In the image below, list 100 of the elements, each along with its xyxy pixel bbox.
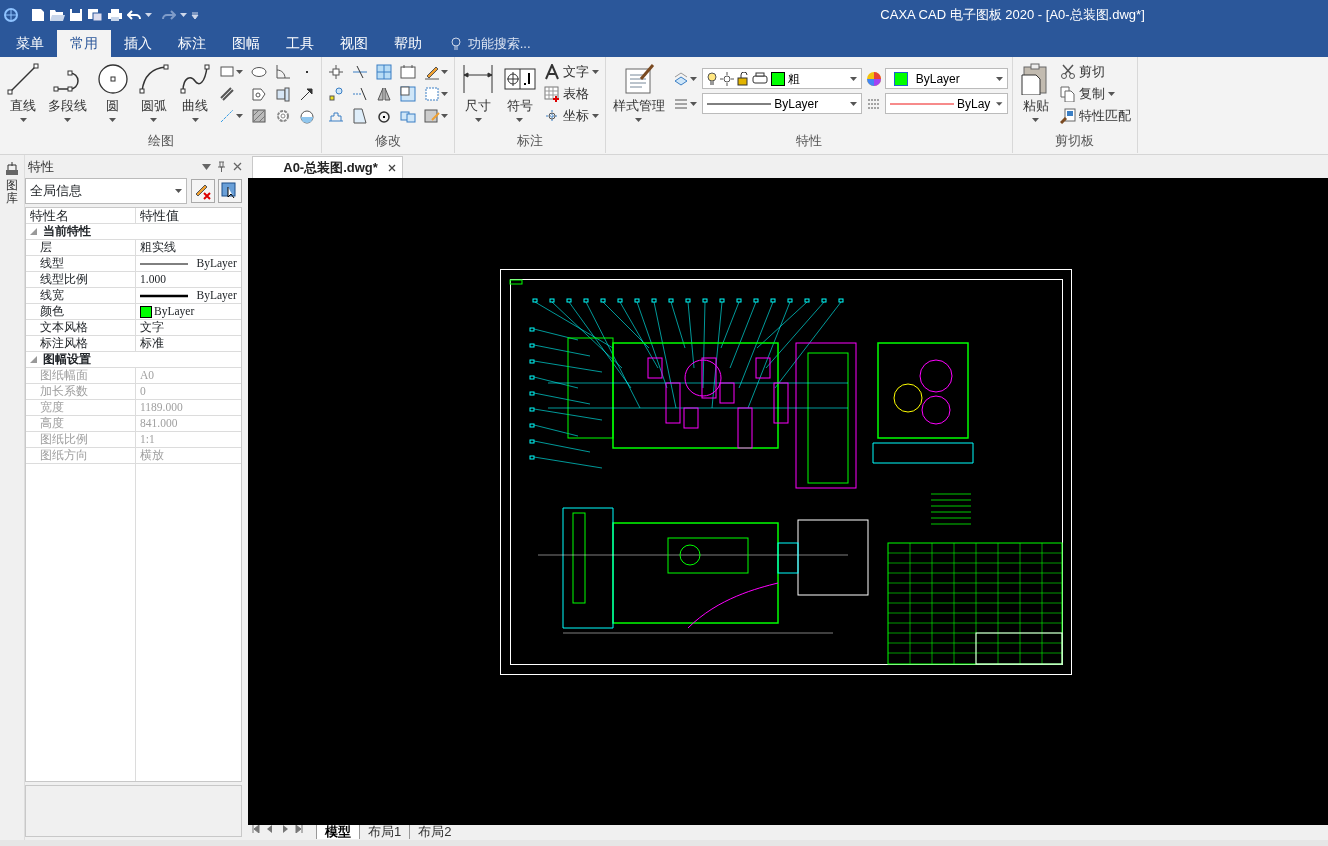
line-type-combo[interactable]: ByLayer	[702, 93, 863, 115]
property-name: 图纸幅面	[26, 368, 136, 384]
object-selector[interactable]: 全局信息	[25, 178, 188, 204]
collapse-icon[interactable]	[30, 356, 37, 364]
scale-icon	[400, 86, 417, 102]
open-folder-icon[interactable]	[49, 8, 66, 22]
ribbon-tab[interactable]: 插入	[111, 30, 166, 57]
layout-tab[interactable]: 模型	[316, 825, 359, 839]
caret-icon	[236, 114, 244, 118]
tool-button[interactable]: 圆	[93, 61, 132, 124]
caret-icon	[109, 118, 116, 122]
frame-icon	[400, 64, 417, 80]
tool-button[interactable]: 圆弧	[134, 61, 173, 124]
color-wheel-icon	[865, 70, 882, 87]
caret-icon	[145, 13, 153, 17]
tool-button[interactable]: 剪切	[1058, 61, 1133, 83]
array-icon	[400, 108, 417, 124]
customize-icon[interactable]	[191, 11, 200, 19]
unlock-icon	[737, 71, 750, 86]
mirror-icon	[376, 86, 393, 102]
property-value: 标准	[140, 336, 164, 352]
caret-icon	[1032, 118, 1040, 122]
select-objects-button[interactable]	[217, 179, 242, 203]
clear-selection-button[interactable]	[190, 179, 215, 203]
document-tab[interactable]: A0-总装图.dwg*	[252, 156, 403, 178]
property-name: 线型	[26, 256, 136, 272]
property-value: 粗实线	[140, 240, 176, 256]
tool-button[interactable]: 坐标	[541, 105, 601, 127]
group-label: 剪切板	[1054, 133, 1096, 150]
tool-button[interactable]: 粘贴	[1016, 61, 1055, 124]
property-value: 1.000	[140, 272, 166, 288]
first-page-icon[interactable]	[251, 825, 260, 833]
tool-button[interactable]: 尺寸	[459, 61, 498, 124]
tool-button[interactable]: 复制	[1058, 83, 1133, 105]
group-label: 修改	[374, 133, 403, 150]
collapse-icon[interactable]	[30, 228, 37, 236]
arc-icon	[137, 63, 170, 95]
cursor-window-icon	[220, 182, 239, 200]
ribbon-tab[interactable]: 标注	[165, 30, 220, 57]
ribbon-tab[interactable]: 菜单	[3, 30, 58, 57]
panel-title: 特性	[28, 157, 55, 176]
app-logo-icon[interactable]	[3, 7, 20, 23]
dropdown-icon[interactable]	[201, 163, 211, 170]
property-value: 1:1	[140, 432, 155, 448]
extend-icon	[352, 86, 369, 102]
save-icon[interactable]	[69, 8, 84, 22]
ribbon-tab[interactable]: 工具	[273, 30, 328, 57]
caret-icon	[474, 118, 482, 122]
caret-icon	[995, 76, 1003, 81]
tool-button[interactable]: 符号	[500, 61, 539, 124]
pin-icon[interactable]	[217, 161, 227, 172]
color-combo[interactable]: ByLayer	[884, 68, 1008, 89]
tool-button[interactable]: 多段线	[45, 61, 91, 124]
close-icon[interactable]	[387, 163, 396, 172]
layer-combo[interactable]: 粗	[702, 68, 863, 89]
last-page-icon[interactable]	[295, 825, 303, 833]
ribbon-tab[interactable]: 视图	[327, 30, 382, 57]
property-name: 宽度	[26, 400, 136, 416]
property-value: 文字	[140, 320, 164, 336]
tool-button[interactable]: 样式管理	[609, 61, 668, 124]
close-icon[interactable]	[232, 162, 242, 171]
coordinate-icon	[543, 108, 560, 124]
ribbon-tab[interactable]: 帮助	[381, 30, 436, 57]
caret-icon	[850, 76, 858, 81]
tool-button[interactable]: 特性匹配	[1058, 105, 1133, 127]
arrow-icon	[299, 86, 316, 102]
new-file-icon[interactable]	[31, 8, 46, 22]
library-tab[interactable]: 图库	[6, 178, 18, 206]
tool-button[interactable]: 文字	[541, 61, 601, 83]
edit-hatch-icon	[424, 108, 441, 124]
layout-tab[interactable]: 布局1	[359, 825, 410, 839]
document-tab-title: A0-总装图.dwg*	[283, 158, 378, 177]
search-field[interactable]: 功能搜索...	[467, 34, 558, 54]
tool-button[interactable]: 表格	[541, 83, 601, 105]
caret-icon	[191, 118, 199, 122]
gear-icon	[275, 108, 292, 124]
tool-button[interactable]: 直线	[4, 61, 42, 124]
ribbon-tab[interactable]: 常用	[57, 30, 112, 57]
rotate-icon	[376, 108, 393, 124]
caret-icon	[690, 101, 697, 106]
ribbon-tab[interactable]: 图幅	[219, 30, 274, 57]
angle-icon	[275, 64, 292, 80]
layout-tab[interactable]: 布局2	[409, 825, 460, 839]
property-name: 高度	[26, 416, 136, 432]
caret-icon	[180, 13, 188, 17]
hatch-icon	[251, 108, 268, 124]
library-icon[interactable]	[5, 161, 19, 176]
property-value: 横放	[140, 448, 164, 464]
caret-icon	[150, 118, 158, 122]
redo-icon[interactable]	[162, 9, 177, 21]
print-icon[interactable]	[107, 8, 124, 22]
curve-icon	[179, 63, 211, 95]
undo-icon[interactable]	[127, 9, 142, 21]
caret-icon	[64, 118, 72, 122]
caret-icon	[850, 101, 858, 106]
tool-button[interactable]: 曲线	[176, 61, 214, 124]
save-all-icon[interactable]	[87, 8, 104, 22]
pie-icon	[299, 108, 316, 124]
lightbulb-icon	[451, 37, 462, 51]
line-weight-combo[interactable]: ByLay	[884, 93, 1008, 115]
